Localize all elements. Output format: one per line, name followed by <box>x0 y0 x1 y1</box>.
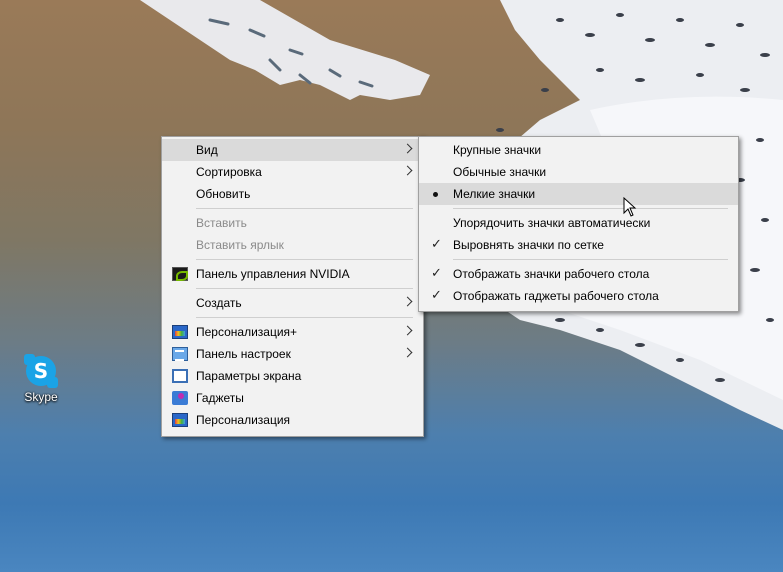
checkmark-icon: ✓ <box>431 237 442 252</box>
menu-item-label: Обновить <box>196 187 251 201</box>
submenu-item-align-to-grid[interactable]: ✓ Выровнять значки по сетке <box>419 234 738 256</box>
menu-item-label: Сортировка <box>196 165 262 179</box>
skype-icon: S <box>24 354 58 388</box>
submenu-item-medium-icons[interactable]: Обычные значки <box>419 161 738 183</box>
menu-separator <box>196 317 413 318</box>
menu-item-label: Персонализация+ <box>196 325 298 339</box>
menu-item-display-settings[interactable]: Параметры экрана <box>162 365 423 387</box>
menu-item-paste: Вставить <box>162 212 423 234</box>
menu-item-label: Гаджеты <box>196 391 244 405</box>
menu-separator <box>196 288 413 289</box>
menu-item-settings-panel[interactable]: Панель настроек <box>162 343 423 365</box>
menu-item-label: Создать <box>196 296 242 310</box>
menu-item-label: Упорядочить значки автоматически <box>453 216 651 230</box>
menu-item-label: Панель настроек <box>196 347 291 361</box>
desktop-icon-skype[interactable]: S Skype <box>16 354 66 404</box>
control-panel-icon <box>172 347 188 361</box>
menu-item-label: Отображать гаджеты рабочего стола <box>453 289 659 303</box>
desktop-icon-label: Skype <box>24 390 58 404</box>
display-settings-icon <box>172 369 188 383</box>
menu-item-nvidia-control-panel[interactable]: Панель управления NVIDIA <box>162 263 423 285</box>
menu-item-sort[interactable]: Сортировка <box>162 161 423 183</box>
mouse-cursor-icon <box>623 197 637 217</box>
personalization-icon <box>172 413 188 427</box>
chevron-right-icon <box>402 347 413 358</box>
menu-item-personalization[interactable]: Персонализация <box>162 409 423 431</box>
menu-item-label: Персонализация <box>196 413 291 427</box>
chevron-right-icon <box>402 325 413 336</box>
menu-item-view[interactable]: Вид <box>162 139 423 161</box>
chevron-right-icon <box>402 296 413 307</box>
checkmark-icon: ✓ <box>431 288 442 303</box>
personalization-icon <box>172 325 188 339</box>
menu-item-label: Обычные значки <box>453 165 547 179</box>
menu-item-refresh[interactable]: Обновить <box>162 183 423 205</box>
menu-item-label: Панель управления NVIDIA <box>196 267 350 281</box>
submenu-item-small-icons[interactable]: Мелкие значки <box>419 183 738 205</box>
chevron-right-icon <box>402 165 413 176</box>
menu-item-label: Мелкие значки <box>453 187 536 201</box>
submenu-item-large-icons[interactable]: Крупные значки <box>419 139 738 161</box>
menu-item-new[interactable]: Создать <box>162 292 423 314</box>
desktop-context-menu: Вид Сортировка Обновить Вставить Вставит… <box>161 136 424 437</box>
submenu-item-show-desktop-icons[interactable]: ✓ Отображать значки рабочего стола <box>419 263 738 285</box>
menu-item-label: Отображать значки рабочего стола <box>453 267 650 281</box>
menu-item-label: Вставить <box>196 216 247 230</box>
menu-separator <box>196 259 413 260</box>
menu-separator <box>196 208 413 209</box>
gadgets-icon <box>172 391 188 405</box>
menu-item-label: Вид <box>196 143 218 157</box>
checkmark-icon: ✓ <box>431 266 442 281</box>
menu-item-paste-shortcut: Вставить ярлык <box>162 234 423 256</box>
submenu-item-auto-arrange[interactable]: Упорядочить значки автоматически <box>419 212 738 234</box>
menu-item-label: Вставить ярлык <box>196 238 284 252</box>
menu-separator <box>453 259 728 260</box>
submenu-item-show-gadgets[interactable]: ✓ Отображать гаджеты рабочего стола <box>419 285 738 307</box>
menu-item-gadgets[interactable]: Гаджеты <box>162 387 423 409</box>
menu-separator <box>453 208 728 209</box>
view-submenu: Крупные значки Обычные значки Мелкие зна… <box>418 136 739 312</box>
radio-bullet-icon <box>433 192 438 197</box>
menu-item-personalization-plus[interactable]: Персонализация+ <box>162 321 423 343</box>
nvidia-icon <box>172 267 188 281</box>
menu-item-label: Крупные значки <box>453 143 542 157</box>
chevron-right-icon <box>402 143 413 154</box>
menu-item-label: Параметры экрана <box>196 369 302 383</box>
menu-item-label: Выровнять значки по сетке <box>453 238 604 252</box>
